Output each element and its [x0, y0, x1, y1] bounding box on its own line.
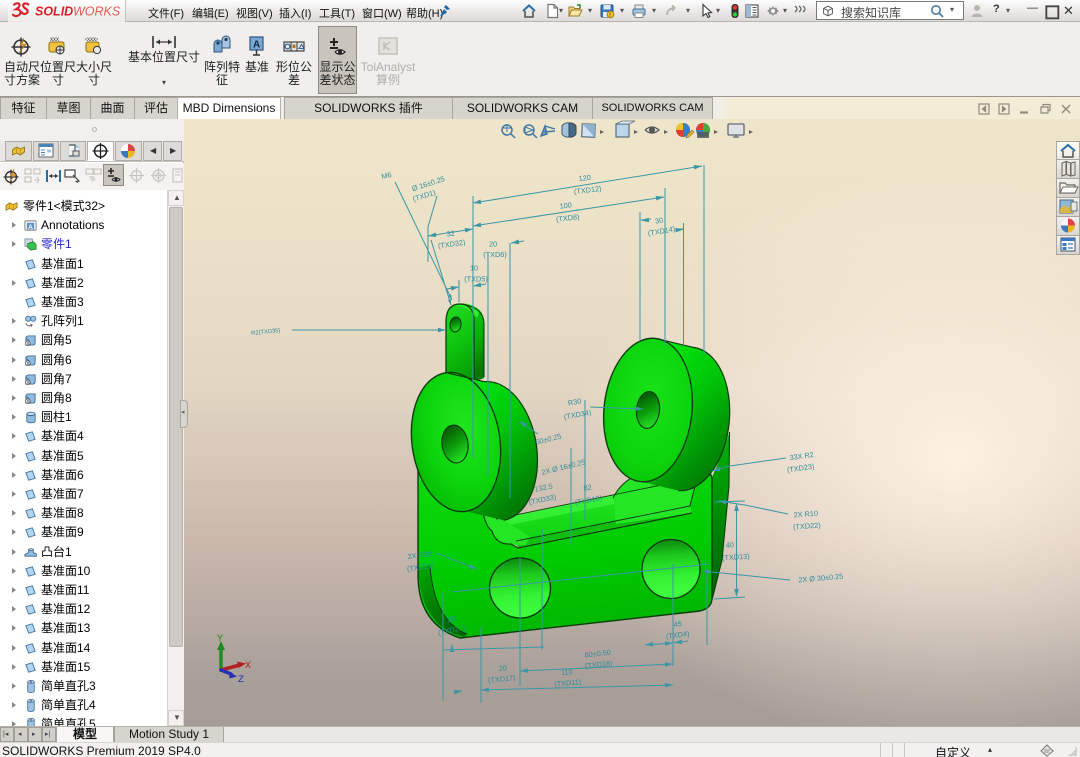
svg-text:30: 30 [654, 215, 664, 225]
svg-text:WORKS: WORKS [73, 5, 121, 19]
svg-text:110: 110 [561, 667, 573, 677]
svg-text:(TXD18): (TXD18) [585, 659, 613, 671]
svg-text:Z: Z [238, 675, 244, 686]
svg-text:60±0.25: 60±0.25 [535, 432, 563, 447]
svg-text:Y: Y [217, 634, 223, 645]
svg-text:80±0.50: 80±0.50 [584, 648, 611, 660]
svg-text:20: 20 [498, 663, 507, 673]
svg-text:40: 40 [725, 540, 734, 550]
svg-text:(TXD6): (TXD6) [483, 250, 507, 259]
svg-text:(TXD23): (TXD23) [786, 462, 815, 475]
svg-text:(TXD32): (TXD32) [437, 238, 466, 251]
svg-text:(TXD34): (TXD34) [563, 408, 592, 422]
svg-text:M6: M6 [381, 170, 393, 181]
svg-text:(TXD13): (TXD13) [722, 552, 750, 563]
svg-text:2X R10: 2X R10 [793, 509, 818, 520]
svg-text:(TXD4): (TXD4) [665, 629, 690, 641]
svg-text:X: X [245, 661, 251, 672]
svg-text:2X Ø 16±0.25: 2X Ø 16±0.25 [540, 457, 586, 477]
svg-text:10: 10 [470, 264, 478, 273]
svg-text:(TXD22): (TXD22) [793, 521, 821, 532]
svg-text:32: 32 [446, 229, 455, 239]
svg-text:100: 100 [559, 200, 572, 210]
svg-text:120: 120 [578, 173, 591, 183]
svg-text:132.5: 132.5 [534, 481, 554, 494]
svg-text:2X Ø 30±0.25: 2X Ø 30±0.25 [798, 572, 844, 585]
svg-text:33X R2: 33X R2 [789, 450, 814, 462]
svg-text:A: A [253, 40, 260, 51]
svg-text:82: 82 [583, 482, 593, 492]
svg-text:(TXD5): (TXD5) [464, 275, 488, 284]
svg-text:(TXD8): (TXD8) [555, 212, 579, 224]
svg-text:R30: R30 [567, 396, 582, 407]
svg-text:(TXD33): (TXD33) [528, 492, 557, 507]
svg-text:(TXD14): (TXD14) [647, 224, 676, 238]
svg-text:R2(TXD35): R2(TXD35) [251, 328, 281, 337]
svg-text:SOLID: SOLID [35, 5, 73, 19]
svg-text:45: 45 [673, 619, 682, 629]
svg-text:(TXD17): (TXD17) [488, 673, 516, 685]
svg-text:20: 20 [489, 240, 497, 249]
svg-text:!: ! [609, 13, 611, 19]
svg-text:(TXD11): (TXD11) [554, 677, 582, 688]
